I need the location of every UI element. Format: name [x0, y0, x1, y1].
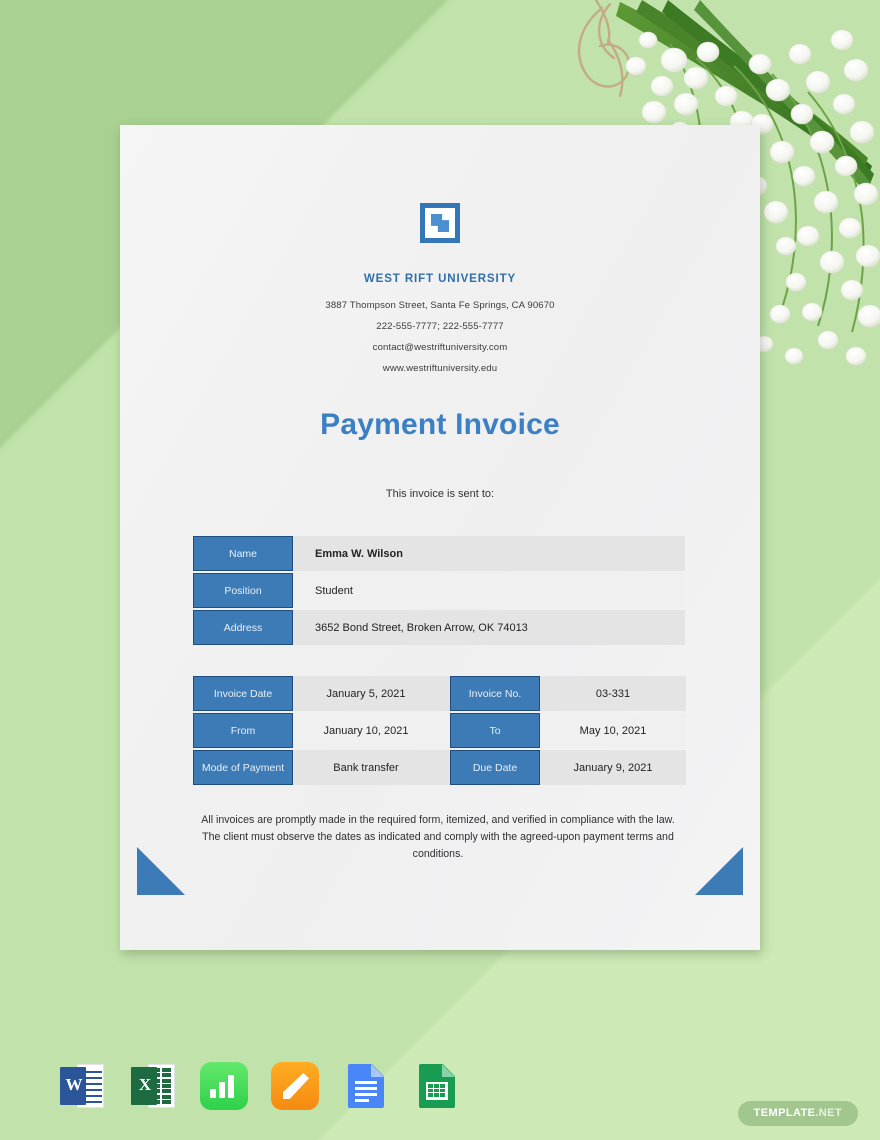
contact-block: 3887 Thompson Street, Santa Fe Springs, …: [120, 295, 760, 379]
client-address-label: Address: [193, 610, 293, 645]
contact-email: contact@westriftuniversity.com: [372, 342, 508, 353]
google-sheets-icon[interactable]: [413, 1062, 461, 1110]
period-to-label: To: [450, 713, 540, 748]
client-name-label: Name: [193, 536, 293, 571]
microsoft-word-icon[interactable]: W: [58, 1062, 106, 1110]
invoice-date-label: Invoice Date: [193, 676, 293, 711]
gdocs-text-lines: [355, 1081, 377, 1105]
table-row: Mode of Payment Bank transfer Due Date J…: [193, 750, 686, 785]
due-date-label: Due Date: [450, 750, 540, 785]
mode-of-payment-value[interactable]: Bank transfer: [293, 750, 439, 785]
table-row: Invoice Date January 5, 2021 Invoice No.…: [193, 676, 686, 711]
invoice-row-left: From January 10, 2021: [193, 713, 439, 748]
word-letter: W: [65, 1075, 83, 1094]
gsheets-table-glyph: [426, 1082, 448, 1100]
due-date-value[interactable]: January 9, 2021: [540, 750, 686, 785]
client-name-value[interactable]: Emma W. Wilson: [293, 536, 685, 571]
terms-footnote: All invoices are promptly made in the re…: [201, 814, 675, 860]
period-from-label: From: [193, 713, 293, 748]
apple-pages-icon[interactable]: [271, 1062, 319, 1110]
invoice-row-right: Invoice No. 03-331: [439, 676, 686, 711]
period-from-value[interactable]: January 10, 2021: [293, 713, 439, 748]
template-net-watermark-badge[interactable]: TEMPLATE.NET: [737, 1101, 858, 1126]
page-title: Payment Invoice: [320, 408, 560, 441]
corner-triangle-left-decoration: [137, 847, 185, 895]
mode-of-payment-label: Mode of Payment: [193, 750, 293, 785]
organization-name: WEST RIFT UNIVERSITY: [363, 273, 517, 285]
contact-phone: 222-555-7777; 222-555-7777: [376, 321, 504, 332]
watermark-brand: TEMPLATE: [753, 1107, 816, 1119]
file-format-icon-strip: W X: [58, 1062, 461, 1110]
contact-website: www.westriftuniversity.edu: [382, 363, 498, 374]
sent-to-label: This invoice is sent to:: [385, 488, 495, 500]
client-details-table: Name Emma W. Wilson Position Student Add…: [193, 536, 685, 645]
invoice-row-left: Mode of Payment Bank transfer: [193, 750, 439, 785]
invoice-number-value[interactable]: 03-331: [540, 676, 686, 711]
invoice-row-left: Invoice Date January 5, 2021: [193, 676, 439, 711]
invoice-number-label: Invoice No.: [450, 676, 540, 711]
excel-letter: X: [138, 1075, 152, 1094]
invoice-date-value[interactable]: January 5, 2021: [293, 676, 439, 711]
contact-address: 3887 Thompson Street, Santa Fe Springs, …: [325, 300, 555, 311]
table-row: Name Emma W. Wilson: [193, 536, 685, 571]
apple-numbers-icon[interactable]: [200, 1062, 248, 1110]
period-to-value[interactable]: May 10, 2021: [540, 713, 686, 748]
university-logo-icon: [420, 203, 460, 243]
client-position-value[interactable]: Student: [293, 573, 685, 608]
logo-inner-mark-icon: [431, 214, 449, 232]
watermark-suffix: .NET: [815, 1107, 842, 1119]
invoice-row-right: To May 10, 2021: [439, 713, 686, 748]
microsoft-excel-icon[interactable]: X: [129, 1062, 177, 1110]
client-address-value[interactable]: 3652 Bond Street, Broken Arrow, OK 74013: [293, 610, 685, 645]
table-row: Position Student: [193, 573, 685, 608]
client-position-label: Position: [193, 573, 293, 608]
invoice-details-table: Invoice Date January 5, 2021 Invoice No.…: [193, 676, 686, 785]
corner-triangle-right-decoration: [695, 847, 743, 895]
numbers-bar-chart-glyph: [210, 1074, 238, 1098]
table-row: Address 3652 Bond Street, Broken Arrow, …: [193, 610, 685, 645]
invoice-row-right: Due Date January 9, 2021: [439, 750, 686, 785]
logo-container: [120, 203, 760, 243]
table-row: From January 10, 2021 To May 10, 2021: [193, 713, 686, 748]
invoice-document-page: WEST RIFT UNIVERSITY 3887 Thompson Stree…: [120, 125, 760, 950]
google-docs-icon[interactable]: [342, 1062, 390, 1110]
